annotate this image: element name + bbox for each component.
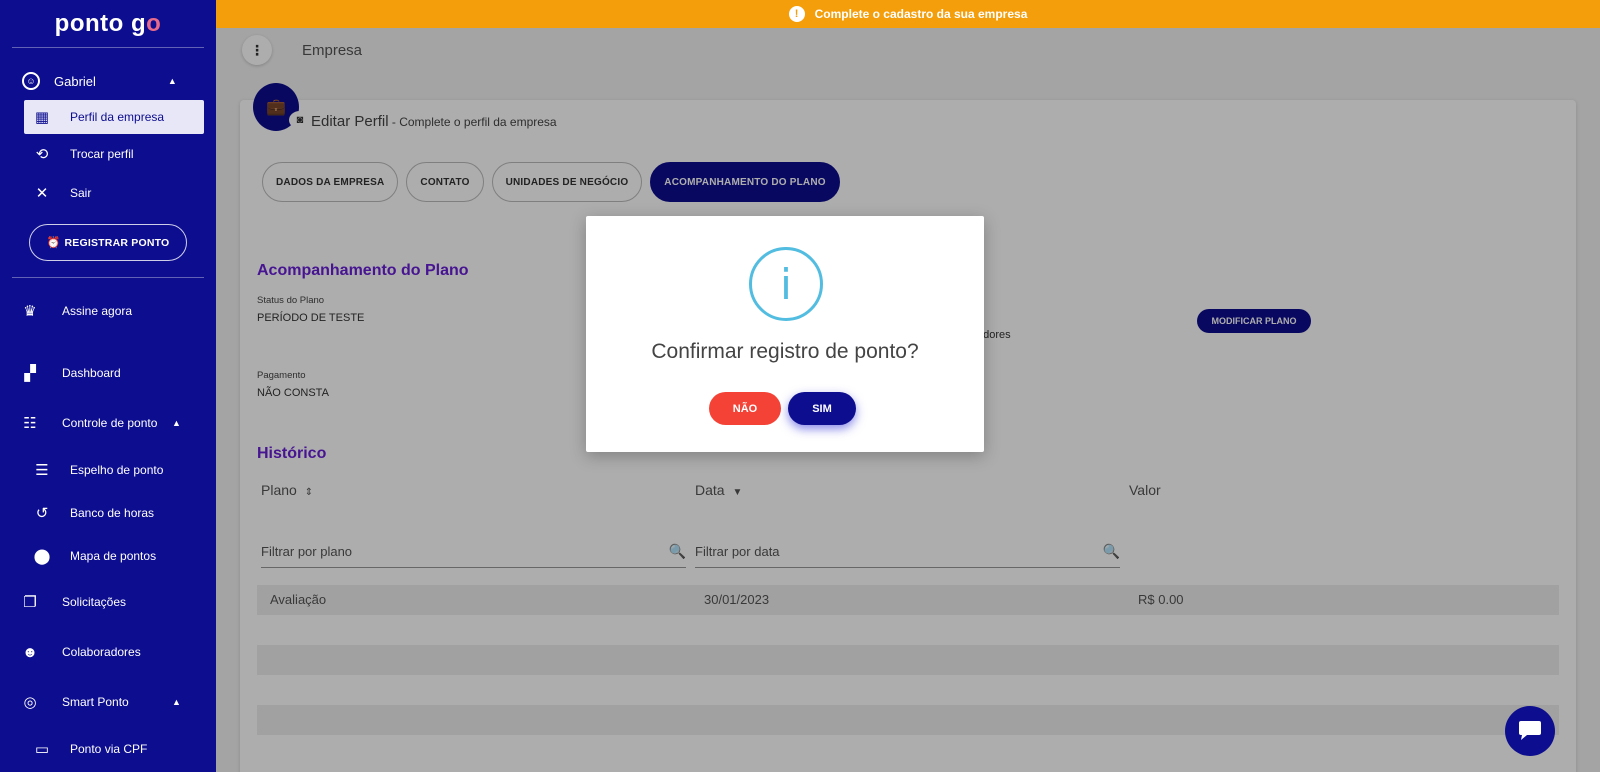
- banner-text: Complete o cadastro da sua empresa: [814, 7, 1028, 21]
- chat-bubble-icon: [1519, 721, 1541, 740]
- logo[interactable]: ponto go: [12, 0, 204, 48]
- sidebar-item-label: Banco de horas: [70, 505, 155, 520]
- sidebar-item-sair[interactable]: ✕ Sair: [0, 173, 216, 212]
- laptop-icon: ▭: [34, 741, 50, 758]
- info-icon: i: [749, 247, 823, 321]
- exclamation-icon: !: [788, 6, 805, 22]
- sidebar-item-label: Trocar perfil: [70, 146, 134, 161]
- timesheet-icon: ☷: [23, 415, 37, 432]
- sidebar-item-label: Assine agora: [62, 304, 133, 318]
- sidebar-divider: [12, 277, 204, 278]
- chat-button[interactable]: [1505, 706, 1555, 756]
- sidebar-item-smart-ponto[interactable]: ◎ Smart Ponto ▲: [0, 677, 216, 727]
- sidebar-item-assine-agora[interactable]: ♛ Assine agora: [0, 286, 216, 336]
- people-icon: ☻: [22, 643, 38, 661]
- logo-text: ponto g: [54, 9, 147, 37]
- user-face-icon: ☺: [22, 72, 40, 90]
- switch-user-icon: ⟲: [35, 145, 49, 163]
- crown-icon: ♛: [23, 303, 37, 320]
- sidebar-item-trocar-perfil[interactable]: ⟲ Trocar perfil: [0, 134, 216, 173]
- chevron-up-icon: ▲: [172, 697, 181, 707]
- sidebar-item-label: Sair: [70, 185, 92, 200]
- incomplete-profile-banner[interactable]: ! Complete o cadastro da sua empresa: [216, 0, 1600, 28]
- cancel-button[interactable]: NÃO: [709, 392, 781, 425]
- confirm-dialog: i Confirmar registro de ponto? NÃO SIM: [586, 216, 984, 452]
- dialog-title: Confirmar registro de ponto?: [651, 340, 919, 363]
- sidebar-item-dashboard[interactable]: ▞ Dashboard: [0, 348, 216, 398]
- sidebar-item-solicitacoes[interactable]: ❐ Solicitações: [0, 577, 216, 627]
- register-point-button[interactable]: ⏰ REGISTRAR PONTO: [29, 224, 187, 261]
- fingerprint-icon: ◎: [23, 694, 37, 711]
- sidebar-item-label: Espelho de ponto: [70, 462, 164, 477]
- sidebar-item-label: Perfil da empresa: [70, 110, 165, 124]
- user-name: Gabriel: [54, 73, 96, 89]
- building-icon: ▦: [34, 109, 50, 126]
- sidebar: ponto go ☺ Gabriel ▲ ▦ Perfil da empresa…: [0, 0, 216, 772]
- chevron-up-icon: ▲: [172, 418, 181, 428]
- sidebar-item-espelho-ponto[interactable]: ☰ Espelho de ponto: [0, 448, 216, 491]
- history-icon: ↺: [35, 504, 49, 522]
- list-icon: ☰: [35, 461, 49, 479]
- chevron-up-icon: ▲: [167, 76, 177, 86]
- confirm-button[interactable]: SIM: [788, 392, 856, 425]
- sidebar-item-controle-ponto[interactable]: ☷ Controle de ponto ▲: [0, 398, 216, 448]
- location-pin-icon: ⬤: [33, 547, 51, 565]
- alarm-clock-icon: ⏰: [46, 237, 61, 249]
- logo-accent: o: [146, 9, 162, 37]
- sidebar-item-ponto-cpf[interactable]: ▭ Ponto via CPF: [0, 727, 216, 771]
- sidebar-item-label: Controle de ponto: [62, 416, 158, 430]
- sidebar-item-label: Mapa de pontos: [70, 548, 157, 563]
- copy-icon: ❐: [23, 594, 37, 611]
- dashboard-icon: ▞: [24, 365, 36, 382]
- close-icon: ✕: [35, 184, 49, 202]
- sidebar-item-label: Ponto via CPF: [70, 742, 148, 756]
- sidebar-item-label: Dashboard: [62, 366, 121, 380]
- sidebar-item-perfil-empresa[interactable]: ▦ Perfil da empresa: [24, 100, 204, 134]
- sidebar-item-label: Solicitações: [62, 595, 127, 609]
- sidebar-item-banco-horas[interactable]: ↺ Banco de horas: [0, 491, 216, 534]
- sidebar-item-label: Colaboradores: [62, 645, 141, 659]
- user-menu-toggle[interactable]: ☺ Gabriel ▲: [0, 62, 216, 100]
- sidebar-item-colaboradores[interactable]: ☻ Colaboradores: [0, 627, 216, 677]
- register-point-label: REGISTRAR PONTO: [64, 236, 170, 249]
- sidebar-item-label: Smart Ponto: [62, 695, 129, 709]
- sidebar-item-mapa-pontos[interactable]: ⬤ Mapa de pontos: [0, 534, 216, 577]
